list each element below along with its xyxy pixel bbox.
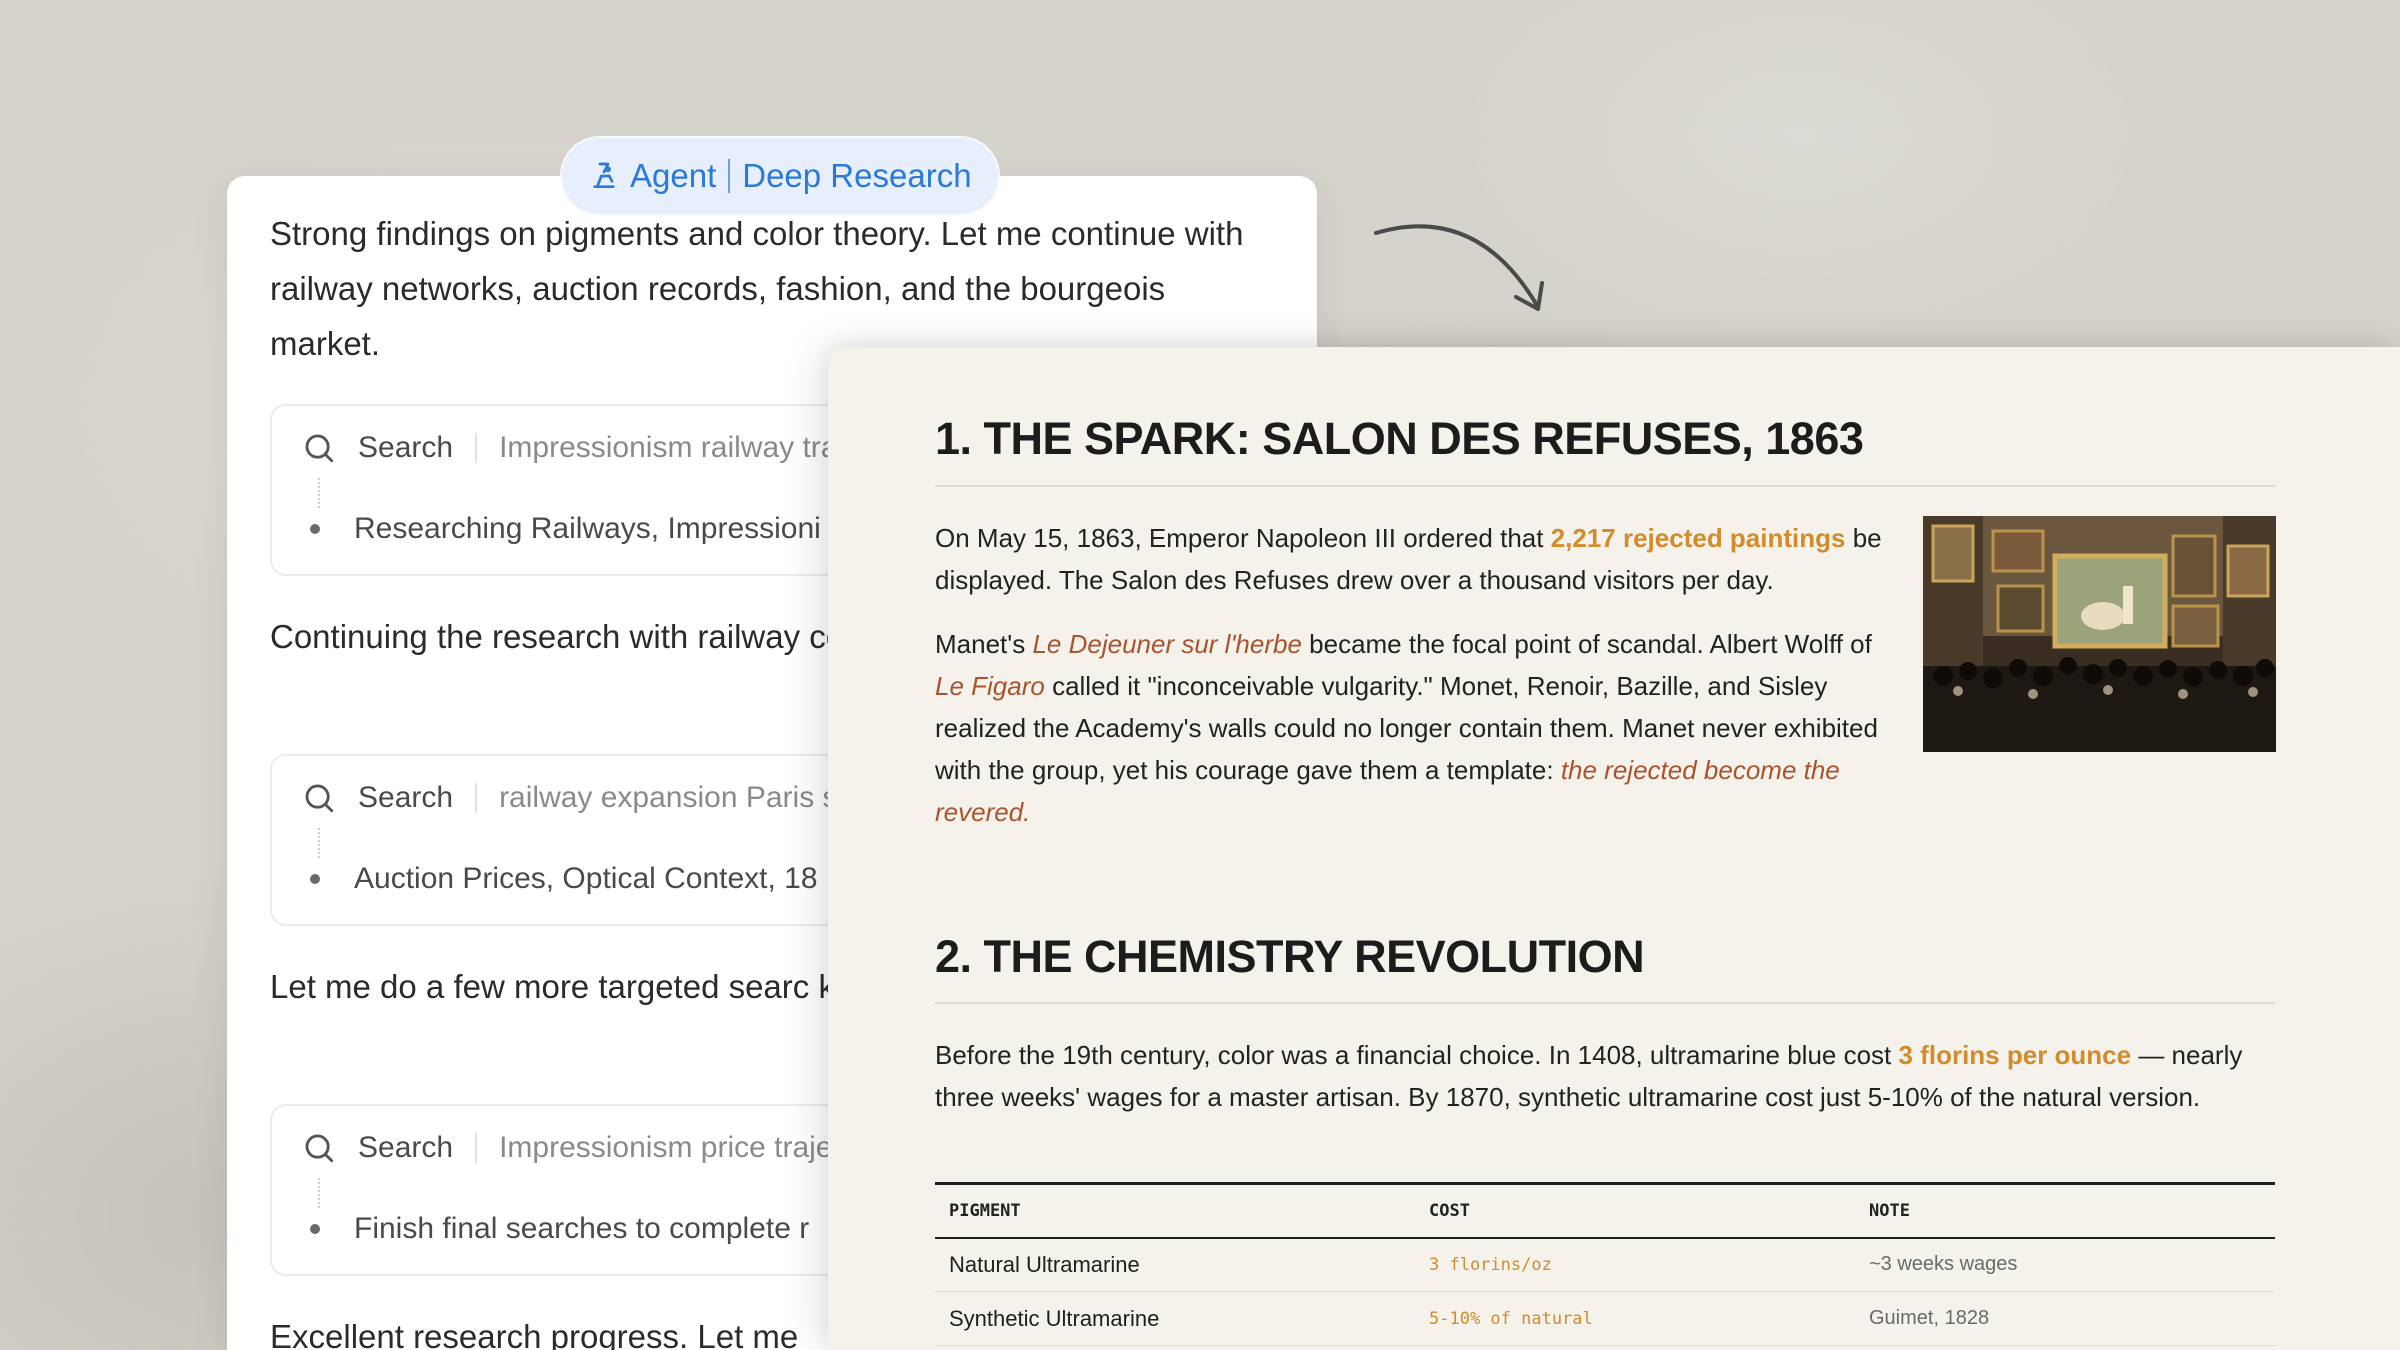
agent-label: Agent xyxy=(630,157,717,194)
cost-cell: 5-10% of natural xyxy=(1415,1291,1855,1346)
text-run: Before the 19th century, color was a fin… xyxy=(935,1040,1899,1070)
search-query: railway expansion Paris s xyxy=(499,781,838,814)
table-row: Synthetic Ultramarine 5-10% of natural G… xyxy=(935,1291,2275,1346)
note-cell: ~3 weeks wages xyxy=(1855,1237,2275,1292)
search-icon xyxy=(305,784,334,813)
italic-title: Le Figaro xyxy=(935,671,1045,701)
section-divider xyxy=(935,1002,2275,1004)
text-run: became the focal point of scandal. Alber… xyxy=(1301,629,1872,659)
divider xyxy=(475,1133,478,1163)
cost-cell: 3 florins/oz xyxy=(1415,1237,1855,1292)
section-heading: 1. THE SPARK: SALON DES REFUSES, 1863 xyxy=(935,413,1864,464)
bullet-dot xyxy=(310,1224,320,1234)
search-status: Auction Prices, Optical Context, 18 xyxy=(354,862,818,895)
divider xyxy=(475,433,478,463)
pigment-cell: Synthetic Ultramarine xyxy=(935,1291,1415,1346)
pigment-cell: Natural Ultramarine xyxy=(935,1237,1415,1292)
agent-icon xyxy=(593,162,615,188)
search-label: Search xyxy=(358,431,454,464)
badge-divider xyxy=(728,159,731,193)
column-header: NOTE xyxy=(1869,1200,1910,1221)
paragraph: Manet's Le Dejeuner sur l'herbe became t… xyxy=(935,623,1885,833)
divider xyxy=(475,783,478,813)
column-header: PIGMENT xyxy=(949,1200,1021,1221)
text-run: On May 15, 1863, Emperor Napoleon III or… xyxy=(935,523,1551,553)
search-label: Search xyxy=(358,781,454,814)
search-label: Search xyxy=(358,1131,454,1164)
table-row: Natural Ultramarine 3 florins/oz ~3 week… xyxy=(935,1237,2275,1292)
search-icon xyxy=(305,1134,334,1163)
bullet-dot xyxy=(310,874,320,884)
italic-title: Le Dejeuner sur l'herbe xyxy=(1032,629,1302,659)
section-divider xyxy=(935,485,2275,487)
connector-line xyxy=(318,478,320,508)
connector-line xyxy=(318,828,320,858)
search-query: Impressionism railway tra xyxy=(499,431,838,464)
report-document: 1. THE SPARK: SALON DES REFUSES, 1863 On… xyxy=(828,347,2400,1350)
highlight-text: 2,217 rejected paintings xyxy=(1550,523,1846,553)
column-header: COST xyxy=(1429,1200,1470,1221)
search-icon xyxy=(305,434,334,463)
deep-research-label: Deep Research xyxy=(742,157,972,194)
section-heading: 2. THE CHEMISTRY REVOLUTION xyxy=(935,931,1645,982)
connector-line xyxy=(318,1178,320,1208)
text-run: Manet's xyxy=(935,629,1033,659)
salon-painting-image xyxy=(1923,516,2276,752)
search-query: Impressionism price traje xyxy=(499,1131,833,1164)
highlight-text: 3 florins per ounce xyxy=(1898,1040,2132,1070)
search-status: Finish final searches to complete r xyxy=(354,1212,810,1245)
note-cell: Guimet, 1828 xyxy=(1855,1291,2275,1346)
bullet-dot xyxy=(310,524,320,534)
agent-mode-badge[interactable]: Agent Deep Research xyxy=(560,136,1000,216)
search-status: Researching Railways, Impressioni xyxy=(354,512,821,545)
table-header-row: PIGMENT COST NOTE xyxy=(935,1183,2275,1238)
paragraph: On May 15, 1863, Emperor Napoleon III or… xyxy=(935,517,1885,601)
curved-arrow-icon xyxy=(1374,224,1544,311)
paragraph: Before the 19th century, color was a fin… xyxy=(935,1034,2275,1118)
pigment-table: PIGMENT COST NOTE Natural Ultramarine 3 … xyxy=(935,1182,2275,1346)
